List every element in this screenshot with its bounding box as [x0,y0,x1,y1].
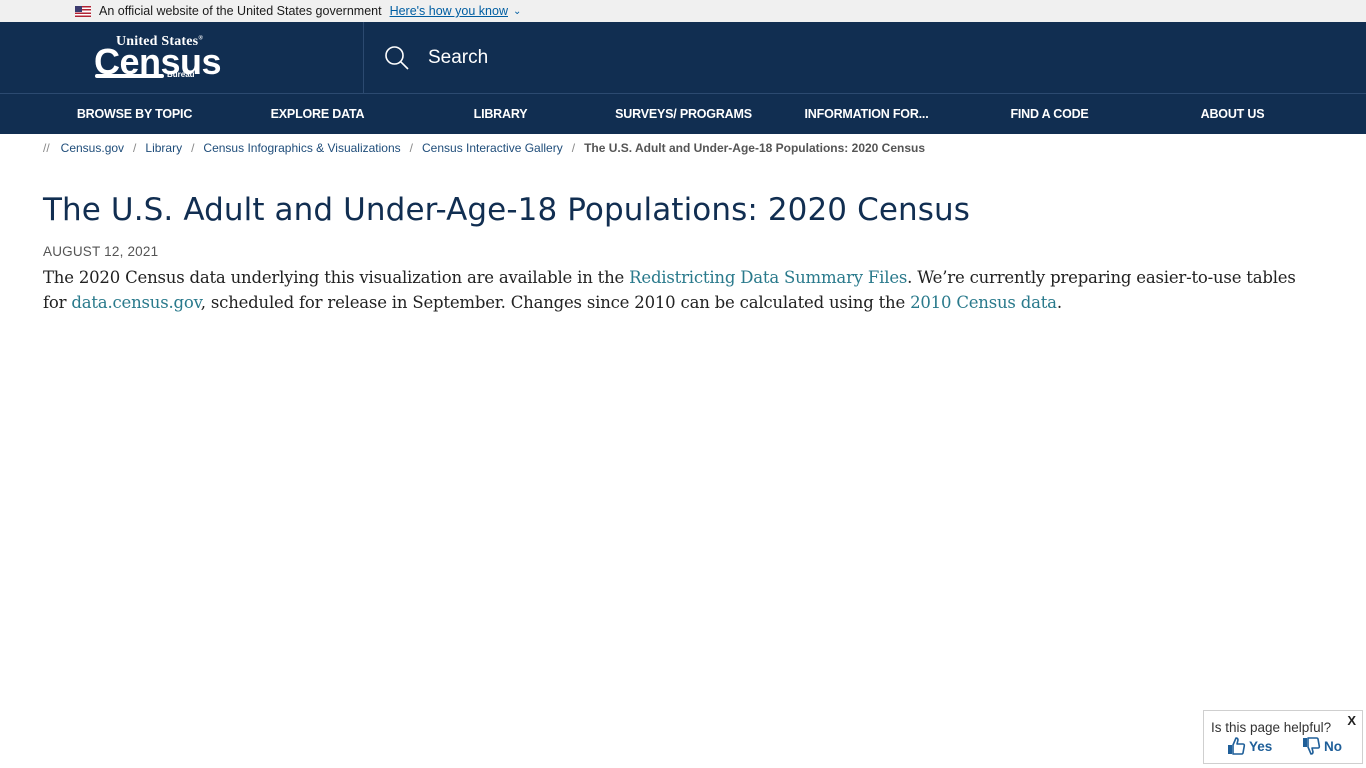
feedback-question: Is this page helpful? [1211,720,1332,735]
gov-banner-text: An official website of the United States… [99,4,382,18]
nav-explore-data[interactable]: EXPLORE DATA [226,107,409,121]
heres-how-you-know-link[interactable]: Here's how you know [390,4,508,18]
data-census-gov-link[interactable]: data.census.gov [71,293,201,312]
search-button[interactable]: Search [364,22,1366,93]
thumbs-down-icon [1303,737,1321,755]
page-title: The U.S. Adult and Under-Age-18 Populati… [43,192,971,228]
chevron-down-icon[interactable]: ⌄ [513,6,521,17]
census-2010-data-link[interactable]: 2010 Census data [910,293,1057,312]
feedback-yes-button[interactable]: Yes [1226,736,1272,756]
breadcrumb-separator: / [571,141,576,155]
intro-text-4: . [1056,293,1062,312]
breadcrumb-library[interactable]: Library [145,141,182,155]
feedback-close-button[interactable]: X [1347,713,1356,728]
thumbs-up-icon [1228,737,1246,755]
breadcrumb-interactive-gallery[interactable]: Census Interactive Gallery [422,141,563,155]
breadcrumb-current: The U.S. Adult and Under-Age-18 Populati… [584,141,926,155]
feedback-widget: Is this page helpful? X Yes No [1203,710,1363,764]
nav-information-for[interactable]: INFORMATION FOR... [775,107,958,121]
nav-find-a-code[interactable]: FIND A CODE [958,107,1141,121]
redistricting-data-link[interactable]: Redistricting Data Summary Files [629,268,907,287]
main-content: The U.S. Adult and Under-Age-18 Populati… [0,192,1366,315]
intro-text-3: , scheduled for release in September. Ch… [200,293,911,312]
breadcrumb-infographics[interactable]: Census Infographics & Visualizations [203,141,400,155]
search-label: Search [428,46,489,68]
feedback-yes-label: Yes [1249,738,1273,754]
breadcrumb-separator: / [191,141,195,155]
logo-bureau: Bureau [167,70,195,79]
intro-paragraph: The 2020 Census data underlying this vis… [43,265,1323,315]
nav-library[interactable]: LIBRARY [409,107,592,121]
publish-date: AUGUST 12, 2021 [43,244,159,259]
logo-bar [95,74,164,78]
breadcrumb-census-gov[interactable]: Census.gov [61,141,124,155]
nav-browse-by-topic[interactable]: BROWSE BY TOPIC [43,107,226,121]
logo-area: United States® Census Bureau [0,22,364,93]
us-flag-icon [75,5,91,17]
site-header: United States® Census Bureau Search [0,22,1366,94]
breadcrumb: // Census.gov / Library / Census Infogra… [0,134,1366,162]
gov-banner: An official website of the United States… [0,0,1366,22]
nav-about-us[interactable]: ABOUT US [1141,107,1324,121]
main-nav: BROWSE BY TOPIC EXPLORE DATA LIBRARY SUR… [0,94,1366,134]
feedback-no-label: No [1324,738,1342,754]
breadcrumb-lead: // [43,141,50,155]
search-icon [385,45,409,70]
breadcrumb-separator: / [409,141,413,155]
intro-text-1: The 2020 Census data underlying this vis… [43,268,630,287]
feedback-no-button[interactable]: No [1301,736,1342,756]
nav-surveys-programs[interactable]: SURVEYS/ PROGRAMS [592,107,775,121]
census-logo[interactable]: United States® Census Bureau [94,34,222,82]
breadcrumb-separator: / [133,141,137,155]
